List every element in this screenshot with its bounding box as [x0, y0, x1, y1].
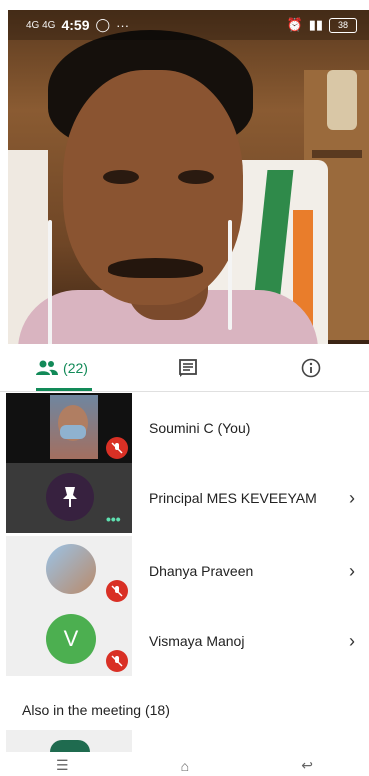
back-icon[interactable]: ↩: [301, 757, 313, 774]
active-tab-indicator: [36, 388, 92, 391]
participant-name: Vismaya Manoj: [149, 633, 245, 649]
participant-count: (22): [63, 360, 88, 376]
speaker-mustache: [108, 258, 203, 278]
speaker-eye-right: [178, 170, 214, 184]
status-time: 4:59: [61, 17, 90, 33]
earphone-wire-right: [228, 220, 232, 330]
mic-off-icon: [106, 650, 128, 672]
participant-row[interactable]: ••• Principal MES KEVEEYAM ›: [0, 463, 369, 533]
participant-row[interactable]: Dhanya Praveen ›: [0, 536, 369, 606]
tab-people[interactable]: (22): [0, 345, 123, 391]
avatar: V: [46, 614, 96, 664]
participant-video-thumb: [6, 393, 132, 463]
more-icon: ···: [116, 17, 130, 33]
earphone-wire-left: [48, 220, 52, 344]
info-icon: [301, 358, 321, 378]
system-nav-bar: ☰ ⌂ ↩: [0, 755, 369, 776]
alarm-icon: ⏰: [286, 17, 303, 32]
participant-video-thumb: •••: [6, 463, 132, 533]
network-indicator: 4G 4G: [26, 19, 56, 31]
chat-icon: [179, 359, 197, 377]
chevron-right-icon[interactable]: ›: [349, 561, 355, 582]
participant-name: Principal MES KEVEEYAM: [149, 490, 317, 506]
main-video-feed[interactable]: 4G 4G 4:59 ◯ ··· ⏰ ▮▮ 38: [8, 10, 369, 344]
tab-chat[interactable]: [123, 345, 253, 391]
meeting-tabs: (22): [0, 345, 369, 392]
signal-icon: ▮▮: [308, 17, 323, 32]
section-title: Also in the meeting (18): [22, 702, 170, 718]
chevron-right-icon[interactable]: ›: [349, 488, 355, 509]
mic-off-icon: [106, 580, 128, 602]
tab-info[interactable]: [253, 345, 369, 391]
speaker-eye-left: [103, 170, 139, 184]
status-bar: 4G 4G 4:59 ◯ ··· ⏰ ▮▮ 38: [8, 10, 369, 40]
mic-off-icon: [106, 437, 128, 459]
video-background-trophy: [327, 70, 357, 130]
whatsapp-icon: ◯: [95, 17, 111, 32]
mask-thumb: [60, 425, 86, 439]
participant-row[interactable]: Soumini C (You): [0, 393, 369, 463]
participant-avatar-tile: V: [6, 606, 132, 676]
people-icon: [36, 360, 59, 375]
avatar: [46, 544, 96, 594]
participant-avatar-tile-partial[interactable]: [6, 730, 132, 752]
chevron-right-icon[interactable]: ›: [349, 631, 355, 652]
participant-avatar-tile: [6, 536, 132, 606]
participant-name: Dhanya Praveen: [149, 563, 254, 579]
pin-icon: [63, 487, 77, 507]
avatar: [50, 740, 90, 752]
participant-name: Soumini C (You): [149, 420, 251, 436]
pin-avatar: [46, 473, 94, 521]
participant-row[interactable]: V Vismaya Manoj ›: [0, 606, 369, 676]
battery-icon: 38: [329, 17, 357, 33]
menu-icon[interactable]: ☰: [56, 757, 69, 774]
more-options-icon[interactable]: •••: [106, 511, 121, 527]
home-icon[interactable]: ⌂: [181, 758, 189, 774]
